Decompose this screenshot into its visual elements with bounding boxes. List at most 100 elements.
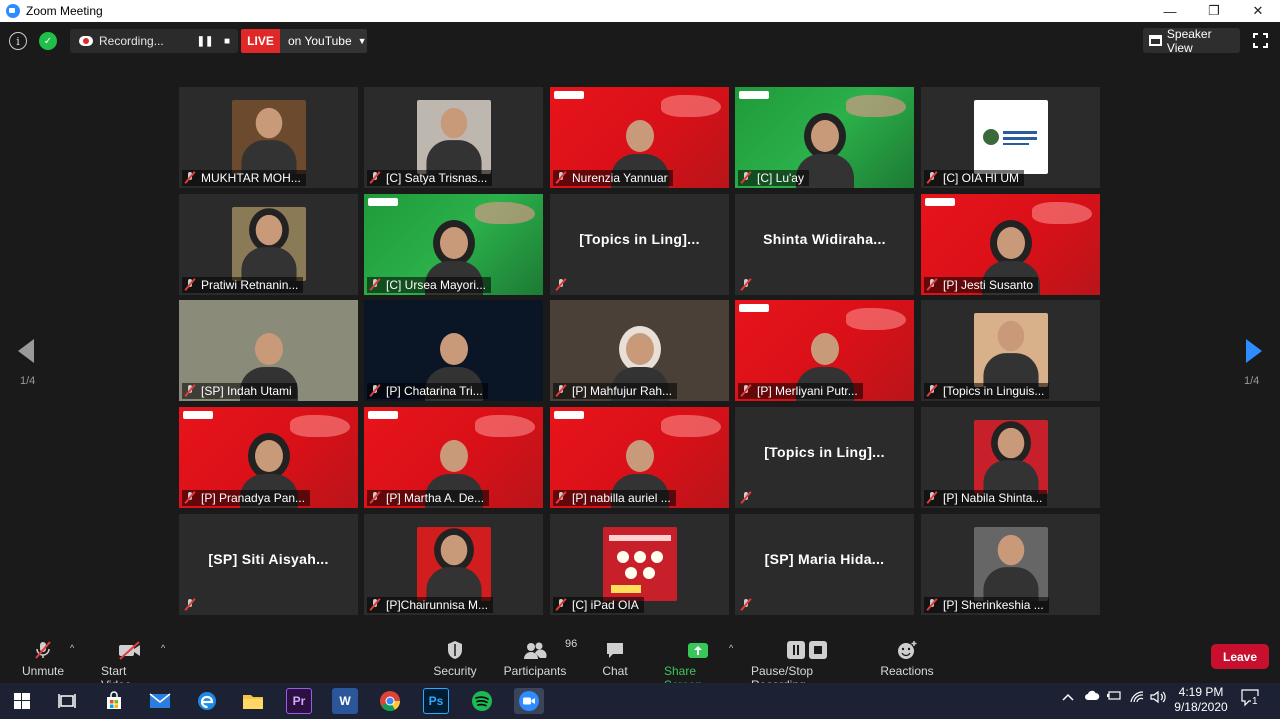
participant-name-label: [C] OIA HI UM [924,170,1025,186]
participants-button[interactable]: 96 Participants [504,638,578,680]
encryption-shield-icon[interactable]: ✓ [39,32,57,50]
speaker-view-button[interactable]: Speaker View [1143,27,1240,55]
participant-tile[interactable]: [P] Merliyani Putr... [735,300,914,401]
mail-icon[interactable] [147,688,173,714]
share-options-caret[interactable]: ^ [729,643,733,653]
participant-tile[interactable]: [SP] Siti Aisyah... [179,514,358,615]
participant-name: [Topics in Linguis... [943,384,1045,398]
participant-tile[interactable]: Shinta Widiraha... [735,194,914,295]
participant-tile[interactable]: [C] OIA HI UM [921,87,1100,188]
participant-tile[interactable]: [P] Mahfujur Rah... [550,300,729,401]
slide-map-graphic [1032,202,1092,224]
muted-mic-icon [184,172,196,184]
close-button[interactable]: ✕ [1236,0,1280,22]
store-icon[interactable] [101,688,127,714]
reactions-button[interactable]: Reactions [880,640,934,680]
participant-tile[interactable]: [C] Ursea Mayori... [364,194,543,295]
edge-icon[interactable] [194,688,220,714]
word-icon[interactable]: W [332,688,358,714]
onedrive-cloud-icon[interactable] [1084,690,1100,705]
premiere-icon[interactable]: Pr [286,688,312,714]
participant-tile[interactable]: [Topics in Ling]... [735,407,914,508]
participant-name: [C] Lu'ay [757,171,804,185]
participant-tile[interactable]: [Topics in Ling]... [550,194,729,295]
muted-mic-icon [740,172,752,184]
start-icon[interactable] [9,688,35,714]
stream-target-dropdown[interactable]: on YouTube ▼ [280,29,367,53]
participant-tile[interactable]: [P] Chatarina Tri... [364,300,543,401]
participant-tile[interactable]: MUKHTAR MOH... [179,87,358,188]
tray-overflow-chevron-icon[interactable] [1062,690,1074,705]
participant-tile[interactable]: [P] Martha A. De... [364,407,543,508]
participant-display-name: [SP] Siti Aisyah... [208,550,329,567]
security-shield-icon [446,640,464,660]
taskbar-clock[interactable]: 4:19 PM 9/18/2020 [1170,685,1232,715]
participant-tile[interactable]: [P] nabilla auriel ... [550,407,729,508]
minimize-button[interactable]: — [1148,0,1192,22]
event-poster [603,527,677,601]
task-view-icon[interactable] [54,688,80,714]
participant-tile[interactable]: [P] Pranadya Pan... [179,407,358,508]
restore-button[interactable]: ❐ [1192,0,1236,22]
muted-mic-icon [369,385,381,397]
notification-center-icon[interactable]: 1 [1241,689,1261,710]
wifi-icon[interactable] [1129,690,1145,707]
muted-mic-icon [555,599,567,611]
unmute-button[interactable]: Unmute [22,640,64,680]
participant-tile[interactable]: [P]Chairunnisa M... [364,514,543,615]
chat-button[interactable]: Chat [601,640,629,680]
video-options-caret[interactable]: ^ [161,643,165,653]
participant-tile[interactable]: [C] Lu'ay [735,87,914,188]
participant-tile[interactable]: Nurenzia Yannuar [550,87,729,188]
video-off-icon [117,640,143,660]
participant-profile-photo [974,420,1048,494]
next-page-arrow-icon[interactable] [1246,339,1262,363]
stop-recording-button[interactable]: ■ [216,36,238,47]
participant-tile[interactable]: [Topics in Linguis... [921,300,1100,401]
participant-tile[interactable]: [P] Sherinkeshia ... [921,514,1100,615]
fullscreen-icon[interactable] [1252,32,1269,49]
participant-name: [P] Chatarina Tri... [386,384,483,398]
reactions-icon [896,640,918,660]
volume-icon[interactable] [1150,690,1168,707]
unmute-label: Unmute [21,664,65,678]
participant-tile[interactable]: [C] Satya Trisnas... [364,87,543,188]
participant-name-label: [C] iPad OIA [553,597,644,613]
participant-name-label: [C] Ursea Mayori... [367,277,492,293]
participant-tile[interactable]: [P] Jesti Susanto [921,194,1100,295]
file-explorer-icon[interactable] [240,688,266,714]
participant-tile[interactable]: [P] Nabila Shinta... [921,407,1100,508]
slide-map-graphic [846,308,906,330]
participant-tile[interactable]: Pratiwi Retnanin... [179,194,358,295]
audio-options-caret[interactable]: ^ [70,643,74,653]
share-screen-icon [687,640,709,660]
power-battery-icon[interactable] [1106,690,1122,705]
muted-mic-icon [740,599,752,611]
slide-logo-icon [554,91,584,99]
participant-display-name: [Topics in Ling]... [579,230,700,247]
participant-name: [P] Jesti Susanto [943,278,1034,292]
zoom-icon[interactable] [514,688,544,714]
window-title: Zoom Meeting [26,4,103,18]
chrome-icon[interactable] [377,688,403,714]
muted-mic-icon [369,172,381,184]
live-badge[interactable]: LIVE [241,29,280,53]
participant-name-label: [P] Mahfujur Rah... [553,383,678,399]
muted-mic-icon [555,385,567,397]
spotify-icon[interactable] [469,688,495,714]
leave-button[interactable]: Leave [1211,644,1269,669]
share-screen-button[interactable]: Share Screen [664,640,732,692]
start-video-button[interactable]: Start Video [101,640,159,692]
pause-recording-button[interactable]: ❚❚ [194,36,216,47]
participant-tile[interactable]: [C] iPad OIA [550,514,729,615]
photoshop-icon[interactable]: Ps [423,688,449,714]
info-icon[interactable]: i [9,32,27,50]
security-button[interactable]: Security [433,640,477,680]
slide-map-graphic [475,415,535,437]
participant-tile[interactable]: [SP] Maria Hida... [735,514,914,615]
participant-tile[interactable]: [SP] Indah Utami [179,300,358,401]
muted-microphone-icon [33,640,53,660]
pause-stop-recording-button[interactable]: Pause/Stop Recording [751,640,863,692]
clock-time: 4:19 PM [1178,685,1224,699]
previous-page-arrow-icon[interactable] [18,339,34,363]
